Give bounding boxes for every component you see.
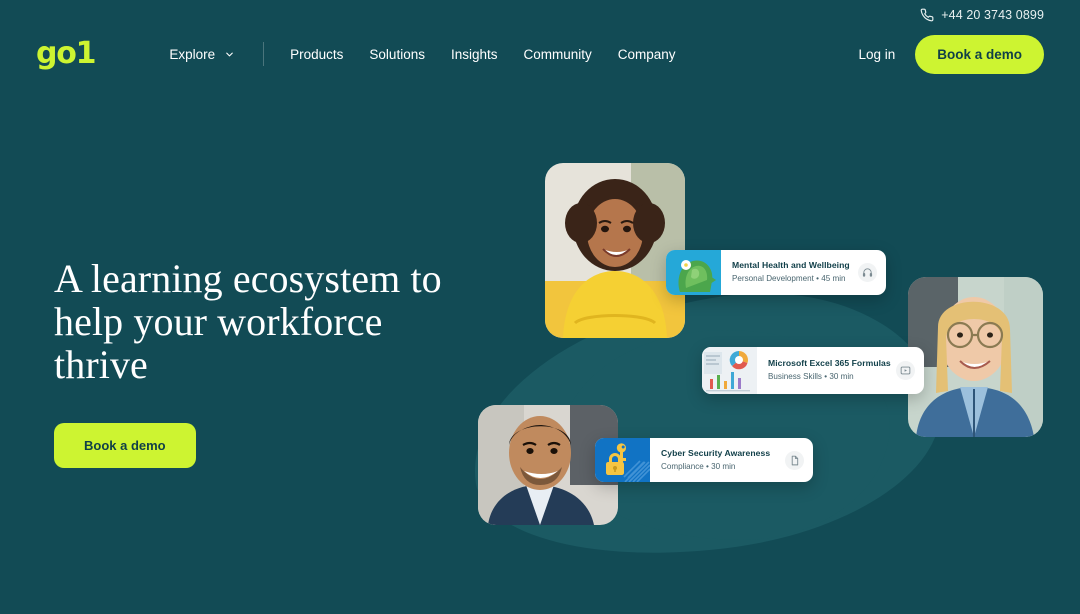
course-card-body: Cyber Security Awareness Compliance • 30… <box>650 438 813 482</box>
hero-content: A learning ecosystem to help your workfo… <box>54 256 474 469</box>
course-card-cyber-security[interactable]: Cyber Security Awareness Compliance • 30… <box>595 438 813 482</box>
header-book-demo-button[interactable]: Book a demo <box>915 34 1044 74</box>
course-card-body: Microsoft Excel 365 Formulas Business Sk… <box>757 347 924 394</box>
course-title: Microsoft Excel 365 Formulas <box>768 358 891 369</box>
nav-link-group: Products Solutions Insights Community Co… <box>290 47 675 62</box>
course-card-text: Mental Health and Wellbeing Personal Dev… <box>732 260 852 285</box>
login-link[interactable]: Log in <box>858 47 895 62</box>
course-category: Personal Development <box>732 274 814 284</box>
portrait-woman-glasses-denim <box>908 277 1043 437</box>
course-card-body: Mental Health and Wellbeing Personal Dev… <box>721 250 886 295</box>
charts-report-thumbnail <box>702 347 757 394</box>
course-card-text: Microsoft Excel 365 Formulas Business Sk… <box>768 358 891 383</box>
course-meta: Personal Development • 45 min <box>732 273 852 285</box>
portrait-woman-yellow-sweater <box>545 163 685 338</box>
course-card-excel-formulas[interactable]: Microsoft Excel 365 Formulas Business Sk… <box>702 347 924 394</box>
course-duration: 30 min <box>829 372 854 382</box>
course-meta: Compliance • 30 min <box>661 461 779 473</box>
nav-explore-label: Explore <box>169 46 216 62</box>
course-meta-separator: • <box>706 461 709 471</box>
course-category: Business Skills <box>768 372 822 382</box>
nav-item-community[interactable]: Community <box>524 47 592 62</box>
course-card-mental-health[interactable]: Mental Health and Wellbeing Personal Dev… <box>666 250 886 295</box>
course-format-badge[interactable] <box>858 263 877 282</box>
nav-item-insights[interactable]: Insights <box>451 47 498 62</box>
course-title: Mental Health and Wellbeing <box>732 260 850 271</box>
course-duration: 30 min <box>711 461 736 471</box>
course-title: Cyber Security Awareness <box>661 447 771 458</box>
course-meta: Business Skills • 30 min <box>768 371 890 383</box>
course-meta-separator: • <box>816 274 819 284</box>
portrait-woman-glasses-denim-image <box>908 277 1043 437</box>
header-actions: Log in Book a demo <box>858 34 1044 74</box>
go1-logo[interactable]: go1 <box>36 39 97 69</box>
hero-book-demo-button[interactable]: Book a demo <box>54 423 196 469</box>
course-duration: 45 min <box>821 274 846 284</box>
headphones-icon <box>862 268 873 277</box>
site-header: go1 Explore Products Solutions Insights … <box>0 30 1080 78</box>
portrait-woman-yellow-sweater-image <box>545 163 685 338</box>
nav-divider <box>263 42 265 66</box>
nav-item-explore[interactable]: Explore <box>169 47 235 62</box>
nav-item-products[interactable]: Products <box>290 47 343 62</box>
document-icon <box>791 455 799 465</box>
page-title: A learning ecosystem to help your workfo… <box>54 256 442 387</box>
course-format-badge[interactable] <box>785 450 804 470</box>
phone-icon <box>920 8 934 22</box>
course-card-text: Cyber Security Awareness Compliance • 30… <box>661 448 779 473</box>
course-format-badge[interactable] <box>896 361 915 380</box>
mental-health-head-foliage-thumbnail <box>666 250 721 295</box>
video-play-icon <box>900 366 911 375</box>
nav-item-company[interactable]: Company <box>618 47 676 62</box>
main-navigation: Explore Products Solutions Insights Comm… <box>169 42 676 66</box>
contact-phone[interactable]: +44 20 3743 0899 <box>920 8 1044 22</box>
nav-item-solutions[interactable]: Solutions <box>369 47 425 62</box>
chevron-down-icon <box>226 52 233 56</box>
phone-number-text: +44 20 3743 0899 <box>941 8 1044 22</box>
course-category: Compliance <box>661 461 704 471</box>
course-meta-separator: • <box>824 372 828 382</box>
padlock-key-thumbnail <box>595 438 650 482</box>
